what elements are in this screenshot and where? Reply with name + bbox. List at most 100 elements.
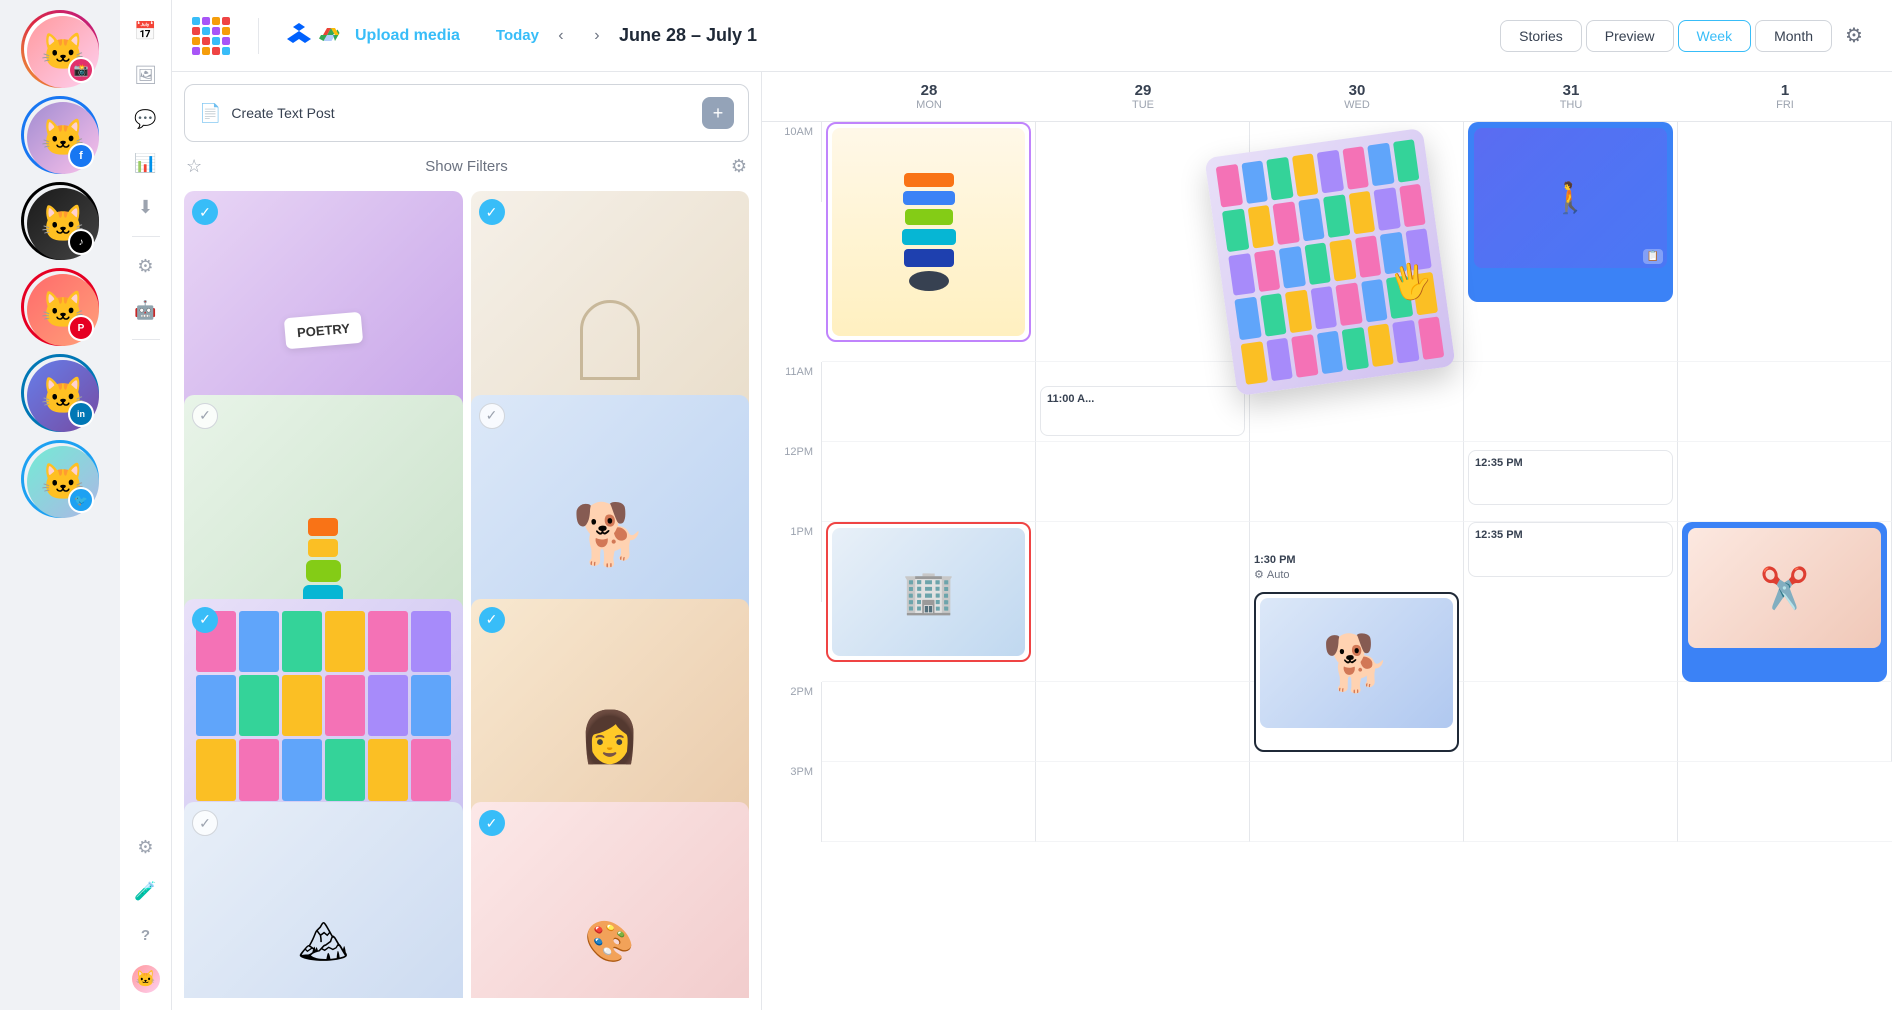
- day-header-wed: 30 WED: [1250, 72, 1464, 121]
- sidebar-item-messages[interactable]: 💬: [127, 100, 165, 138]
- cal-scroll-area: 10AM 10:00 AM ⚙ Auto: [762, 122, 1892, 1010]
- avatar-twitter[interactable]: 🐱 🐦: [21, 440, 99, 518]
- star-icon[interactable]: ☆: [186, 156, 202, 177]
- media-checkbox-arch[interactable]: ✓: [479, 199, 505, 225]
- sidebar-divider-2: [132, 339, 160, 340]
- next-arrow[interactable]: ›: [583, 22, 611, 50]
- gdrive-icon[interactable]: [319, 21, 343, 51]
- sidebar-item-cogwheel[interactable]: ⚙: [127, 247, 165, 285]
- dropbox-icon[interactable]: [287, 21, 311, 51]
- cal-mon-1pm[interactable]: 12:35 PM ⚙ Auto 🏢: [822, 522, 1036, 682]
- cal-wed-1pm[interactable]: 1:30 PM ⚙ Auto 🐕: [1250, 522, 1464, 682]
- sidebar-item-gallery[interactable]: 🖼: [127, 56, 165, 94]
- cal-thu-12pm[interactable]: 12:35 PM: [1464, 442, 1678, 522]
- avatar-pinterest[interactable]: 🐱 P: [21, 268, 99, 346]
- avatar-linkedin[interactable]: 🐱 in: [21, 354, 99, 432]
- sidebar-item-flask[interactable]: 🧪: [127, 872, 165, 910]
- cal-thu-1pm[interactable]: 12:35 PM: [1464, 522, 1678, 682]
- media-item-landscape[interactable]: 🏔 ✓: [184, 802, 463, 998]
- create-post-plus-button[interactable]: +: [702, 97, 734, 129]
- cal-thu-11am: [1464, 362, 1678, 442]
- nav-group: Today ‹ › June 28 – July 1: [496, 22, 757, 50]
- week-button[interactable]: Week: [1678, 20, 1752, 52]
- view-buttons: Stories Preview Week Month ⚙: [1500, 18, 1872, 54]
- monday-colorful-event[interactable]: [826, 122, 1031, 342]
- header-divider: [258, 18, 259, 54]
- cal-mon-10am[interactable]: 10:00 AM ⚙ Auto: [822, 122, 1036, 362]
- media-checkbox-keyboard[interactable]: ✓: [192, 607, 218, 633]
- thu-event-badge: 📋: [1643, 249, 1663, 264]
- main-content: Upload media Today ‹ › June 28 – July 1 …: [172, 0, 1892, 1010]
- prev-arrow[interactable]: ‹: [547, 22, 575, 50]
- cal-fri-2pm: [1678, 682, 1892, 762]
- time-10am: 10AM: [762, 122, 822, 202]
- avatar-facebook[interactable]: 🐱 f: [21, 96, 99, 174]
- day-num-thu: 31: [1472, 82, 1670, 99]
- day-name-mon: MON: [830, 99, 1028, 111]
- cal-wed-10am[interactable]: 🖐: [1250, 122, 1464, 362]
- time-3pm: 3PM: [762, 762, 822, 842]
- avatar-sidebar: 🐱 📸 🐱 f 🐱 ♪ 🐱 P 🐱 in 🐱 🐦: [0, 0, 120, 1010]
- sidebar-divider-1: [132, 236, 160, 237]
- cal-thu-2pm: [1464, 682, 1678, 762]
- wednesday-balloon-event[interactable]: 🐕: [1254, 592, 1459, 752]
- sidebar-item-calendar[interactable]: 📅: [127, 12, 165, 50]
- cal-mon-11am: [822, 362, 1036, 442]
- tue-11am-event[interactable]: 11:00 A...: [1040, 386, 1245, 436]
- cal-fri-3pm: [1678, 762, 1892, 842]
- day-header-thu: 31 THU: [1464, 72, 1678, 121]
- upload-media-button[interactable]: Upload media: [355, 27, 460, 45]
- filter-icon[interactable]: ⚙: [731, 156, 747, 177]
- calendar-header: Today ‹ › June 28 – July 1 Stories Previ…: [476, 18, 1872, 54]
- avatar-tiktok[interactable]: 🐱 ♪: [21, 182, 99, 260]
- thu-1pm-event[interactable]: 12:35 PM: [1468, 522, 1673, 577]
- wed-1:30pm-event[interactable]: 1:30 PM ⚙ Auto: [1254, 552, 1459, 581]
- time-12pm: 12PM: [762, 442, 822, 522]
- sidebar-item-download[interactable]: ⬇: [127, 188, 165, 226]
- cal-fri-10am: [1678, 122, 1892, 362]
- media-checkbox-craft[interactable]: ✓: [479, 810, 505, 836]
- media-checkbox-woman[interactable]: ✓: [479, 607, 505, 633]
- sidebar-item-help[interactable]: ?: [127, 916, 165, 954]
- cal-thu-10am[interactable]: 10:00 AM ⚙ Auto 🚶 📋: [1464, 122, 1678, 362]
- date-range-label: June 28 – July 1: [619, 25, 757, 46]
- settings-gear-icon[interactable]: ⚙: [1836, 18, 1872, 54]
- media-panel: 📄 Create Text Post + ☆ Show Filters ⚙ PO…: [172, 72, 762, 1010]
- friday-blue-event[interactable]: ✂️: [1682, 522, 1887, 682]
- avatar-instagram[interactable]: 🐱 📸: [21, 10, 99, 88]
- logo-icon: [192, 17, 230, 55]
- day-name-tue: TUE: [1044, 99, 1242, 111]
- wed-auto-icon: ⚙: [1254, 568, 1264, 581]
- media-checkbox-balloon[interactable]: ✓: [479, 403, 505, 429]
- show-filters-button[interactable]: Show Filters: [212, 158, 721, 175]
- cal-day-headers: 28 MON 29 TUE 30 WED 31 THU 1 FRI: [762, 72, 1892, 122]
- cal-fri-1pm[interactable]: 12:35 PM ⚙ Auto ✂️: [1678, 522, 1892, 682]
- create-post-bar[interactable]: 📄 Create Text Post +: [184, 84, 749, 142]
- sidebar-item-robot[interactable]: 🤖: [127, 291, 165, 329]
- sidebar-item-analytics[interactable]: 📊: [127, 144, 165, 182]
- day-num-tue: 29: [1044, 82, 1242, 99]
- thu-12pm-time: 12:35 PM: [1475, 457, 1666, 469]
- media-item-craft[interactable]: 🎨 ✓: [471, 802, 750, 998]
- media-checkbox-balance[interactable]: ✓: [192, 403, 218, 429]
- month-button[interactable]: Month: [1755, 20, 1832, 52]
- wed-auto-text: Auto: [1267, 569, 1290, 581]
- today-button[interactable]: Today: [496, 27, 539, 44]
- thursday-blue-event[interactable]: 🚶 📋: [1468, 122, 1673, 302]
- wed-1:30pm-auto: ⚙ Auto: [1254, 568, 1459, 581]
- sidebar-item-profile[interactable]: 🐱: [127, 960, 165, 998]
- thu-12pm-event[interactable]: 12:35 PM: [1468, 450, 1673, 505]
- cal-grid-inner: 10AM 10:00 AM ⚙ Auto: [762, 122, 1892, 842]
- cal-wed-3pm: [1250, 762, 1464, 842]
- monday-red-event[interactable]: 🏢: [826, 522, 1031, 662]
- cal-tue-3pm: [1036, 762, 1250, 842]
- cal-tue-11am[interactable]: 11:00 A...: [1036, 362, 1250, 442]
- sidebar-item-settings[interactable]: ⚙: [127, 828, 165, 866]
- body-split: 📄 Create Text Post + ☆ Show Filters ⚙ PO…: [172, 72, 1892, 1010]
- preview-button[interactable]: Preview: [1586, 20, 1674, 52]
- media-checkbox-poetry[interactable]: ✓: [192, 199, 218, 225]
- day-header-mon: 28 MON: [822, 72, 1036, 121]
- cal-fri-11am: [1678, 362, 1892, 442]
- stories-button[interactable]: Stories: [1500, 20, 1582, 52]
- cal-thu-3pm: [1464, 762, 1678, 842]
